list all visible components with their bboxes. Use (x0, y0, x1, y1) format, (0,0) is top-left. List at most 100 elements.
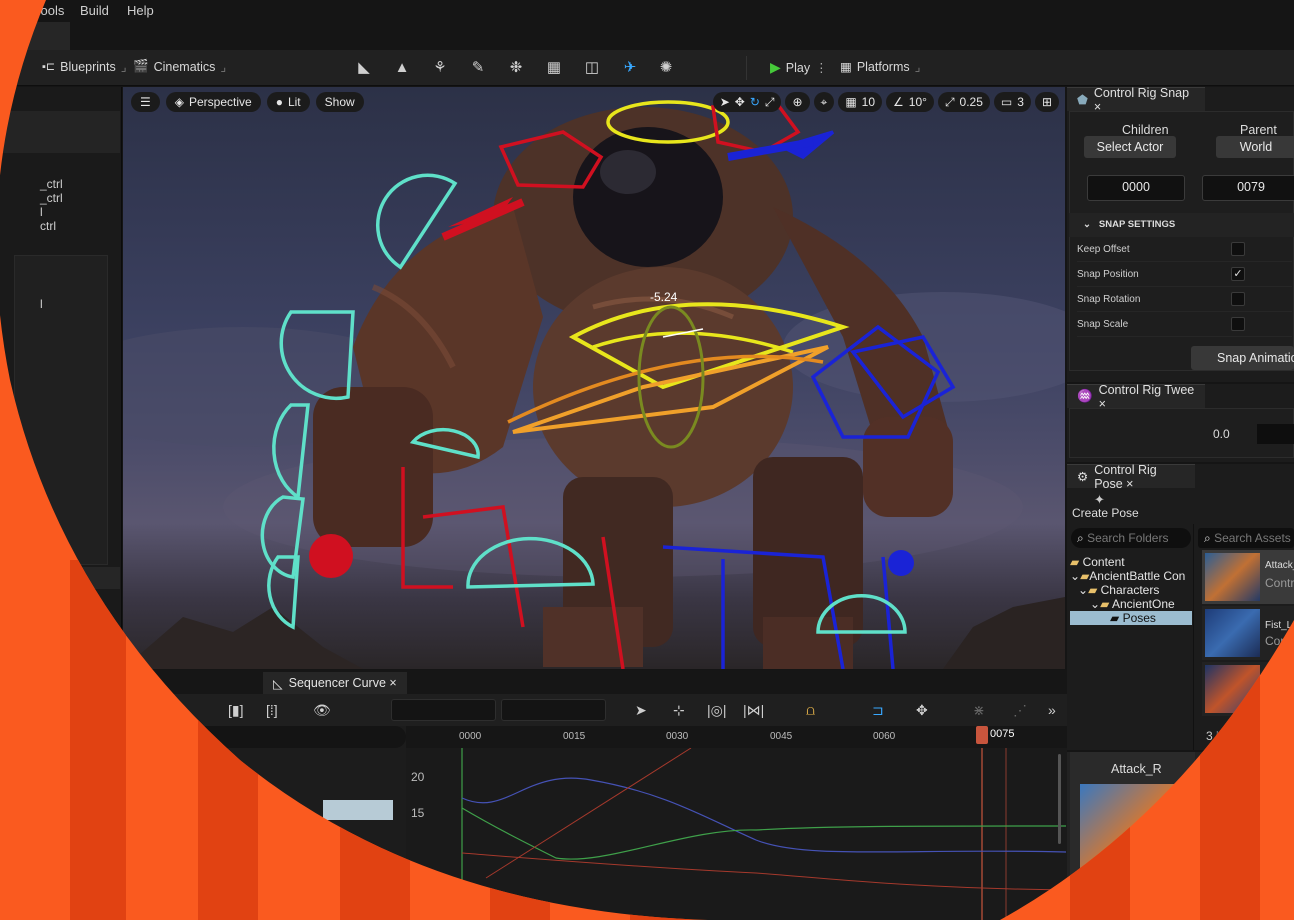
camera-speed-button[interactable]: ▭ 3 (993, 92, 1031, 112)
lit-button[interactable]: ● Lit (266, 92, 310, 112)
layout-button[interactable]: ⊞ (1034, 92, 1059, 112)
snap-magnet-icon[interactable]: ⩍ (806, 702, 815, 719)
tick-label: 0015 (563, 731, 586, 742)
start-frame-field[interactable]: 0000 (1087, 175, 1185, 201)
snap-position-checkbox[interactable]: ✓ (1231, 267, 1245, 281)
tab-sequencer-curve[interactable]: ◺ Sequencer Curve × (263, 672, 407, 694)
key-value-field[interactable] (501, 699, 606, 721)
menu-bar: Tools Build Help (0, 0, 1294, 22)
outliner-item[interactable]: _ctrl (40, 177, 63, 191)
search-assets-input[interactable]: ⌕ Search Assets (1198, 528, 1294, 548)
viewport-menu-button[interactable]: ☰ (131, 92, 160, 112)
asset-tile-attack[interactable]: Attack_R ControlRigPose (1202, 550, 1294, 604)
sequencer-panel: ◺ Sequencer Curve × [▮] [⁞] 👁 ➤ ⊹ |◎| |⋈|… (123, 670, 1067, 920)
select-mode-icon[interactable]: ◣ (354, 58, 374, 78)
blueprints-button[interactable]: ▪⊏ Blueprints ⌟ (42, 59, 127, 75)
overflow-icon[interactable]: » (1048, 702, 1056, 718)
create-pose-button[interactable]: Create Pose (1072, 506, 1139, 520)
outliner-list[interactable] (14, 255, 108, 565)
tab-control-rig-pose[interactable]: ⚙ Control Rig Pose × (1067, 463, 1195, 491)
scale-snap-button[interactable]: ⤢ 0.25 (937, 92, 990, 112)
menu-tools[interactable]: Tools (34, 3, 64, 18)
playhead-marker[interactable] (976, 726, 988, 744)
outliner-item[interactable]: l (40, 205, 43, 219)
select-arrow-icon[interactable]: ➤ (635, 702, 647, 719)
asset-type: ControlRigPose (1265, 634, 1294, 648)
snap-animation-button[interactable]: Snap Animation (1191, 346, 1294, 370)
curve-graph[interactable]: 20 15 (406, 748, 1067, 920)
tween-slider[interactable] (1257, 424, 1294, 444)
key-time-field[interactable] (391, 699, 496, 721)
curve-scrollbar[interactable] (1058, 754, 1061, 844)
snap-scale-checkbox[interactable] (1231, 317, 1245, 331)
mesh-paint-mode-icon[interactable]: ✎ (468, 58, 488, 78)
multi-scale-icon[interactable]: |⋈| (743, 702, 764, 719)
cinematics-button[interactable]: 🎬 Cinematics ⌟ (133, 59, 226, 74)
selected-curve-row[interactable] (323, 800, 393, 820)
frame-all-icon[interactable]: [⁞] (266, 702, 278, 718)
level-viewport[interactable]: -5.24 ☰ ◈ Perspective ● Lit Show ➤ ✥ ↻ ⤢ ⊕ ⌖ … (123, 87, 1065, 669)
flatten-icon[interactable]: ⋇ (973, 702, 985, 719)
straighten-icon[interactable]: ⋰ (1013, 702, 1027, 719)
play-button[interactable]: ▶ Play ⋮ (770, 59, 828, 76)
curve-tree-search[interactable] (123, 726, 406, 748)
search-icon: ⌕ (1077, 531, 1084, 545)
world-space-button[interactable]: ⊕ (785, 92, 810, 112)
grid-snap-button[interactable]: ▦ 10 (838, 92, 883, 112)
modeling-mode-icon[interactable]: ✺ (656, 58, 676, 78)
snap-settings-header[interactable]: ⌄ SNAP SETTINGS (1069, 213, 1294, 237)
viewport-scene: -5.24 (123, 100, 1065, 669)
surface-snap-button[interactable]: ⌖ (813, 92, 835, 112)
tab-control-rig-snap[interactable]: ⬟ Control Rig Snap × (1067, 86, 1205, 114)
asset-thumbnail (1205, 665, 1260, 713)
select-actor-button[interactable]: Select Actor (1084, 136, 1176, 158)
level-tab[interactable] (0, 22, 70, 50)
transform-icon[interactable]: ⊹ (673, 702, 685, 719)
search-folders-input[interactable]: ⌕ Search Folders (1071, 528, 1191, 548)
menu-help[interactable]: Help (127, 3, 154, 18)
folder-characters[interactable]: ⌄▰ Characters (1070, 583, 1194, 597)
snap-rotation-checkbox[interactable] (1231, 292, 1245, 306)
platforms-icon: ▦ (840, 60, 852, 74)
tab-control-rig-tween[interactable]: ♒ Control Rig Twee × (1067, 382, 1205, 411)
tween-tab-label: Control Rig Twee × (1098, 382, 1195, 411)
outliner-item[interactable]: ctrl (40, 219, 56, 233)
perspective-button[interactable]: ◈ Perspective (165, 92, 261, 112)
preview-title: Attack_R (1111, 762, 1162, 776)
outliner-item[interactable]: l (40, 297, 43, 311)
end-frame-field[interactable]: 0079 (1202, 175, 1294, 201)
eye-icon[interactable]: 👁 (313, 702, 331, 719)
keep-offset-checkbox[interactable] (1231, 242, 1245, 256)
layout-icon: ⊞ (1041, 95, 1052, 109)
platforms-button[interactable]: ▦ Platforms ⌟ (840, 59, 920, 75)
retime-icon[interactable]: |◎| (707, 702, 727, 719)
frame-icon[interactable]: [▮] (228, 702, 243, 719)
fracture-mode-icon[interactable]: ❉ (506, 58, 526, 78)
brush-edit-mode-icon[interactable]: ▦ (544, 58, 564, 78)
folder-poses[interactable]: ▰ Poses (1070, 611, 1192, 625)
parent-world-button[interactable]: World (1216, 136, 1294, 158)
animation-mode-icon[interactable]: ✈ (620, 58, 640, 78)
transform-tools[interactable]: ➤ ✥ ↻ ⤢ (712, 92, 782, 112)
toolbar-divider (746, 56, 747, 80)
angle-snap-button[interactable]: ∠ 10° (886, 92, 934, 112)
asset-count: 3 items (1206, 729, 1245, 743)
time-ruler[interactable]: 0000 0015 0030 0045 0060 0075 (406, 726, 1067, 748)
outliner-item[interactable]: _ctrl (40, 191, 63, 205)
snap-rotation-label: Snap Rotation (1077, 294, 1141, 305)
foliage-mode-icon[interactable]: ⚘ (430, 58, 450, 78)
menu-build[interactable]: Build (80, 3, 109, 18)
folder-ancientone[interactable]: ⌄▰ AncientOne (1070, 597, 1194, 611)
landscape-mode-icon[interactable]: ▲ (392, 58, 412, 78)
show-button[interactable]: Show (315, 92, 364, 112)
folder-content[interactable]: ▰ Content (1070, 555, 1194, 569)
move-icon[interactable]: ✥ (916, 702, 928, 719)
asset-tile-fist-l[interactable]: Fist_L ControlRigPose (1202, 606, 1294, 660)
viewport-toolbar-right: ➤ ✥ ↻ ⤢ ⊕ ⌖ ▦ 10 ∠ 10° ⤢ 0.25 ▭ 3 ⊞ (712, 92, 1059, 112)
geometry-mode-icon[interactable]: ◫ (582, 58, 602, 78)
grid-snap-value: 10 (861, 95, 876, 109)
asset-tile-fist-r[interactable]: Fist_R ControlRigPose (1202, 662, 1294, 716)
folder-ancientbattle[interactable]: ⌄▰AncientBattle Con (1070, 569, 1194, 583)
folder-label: Characters (1100, 583, 1160, 597)
snap-time-icon[interactable]: ⊐ (872, 702, 884, 719)
